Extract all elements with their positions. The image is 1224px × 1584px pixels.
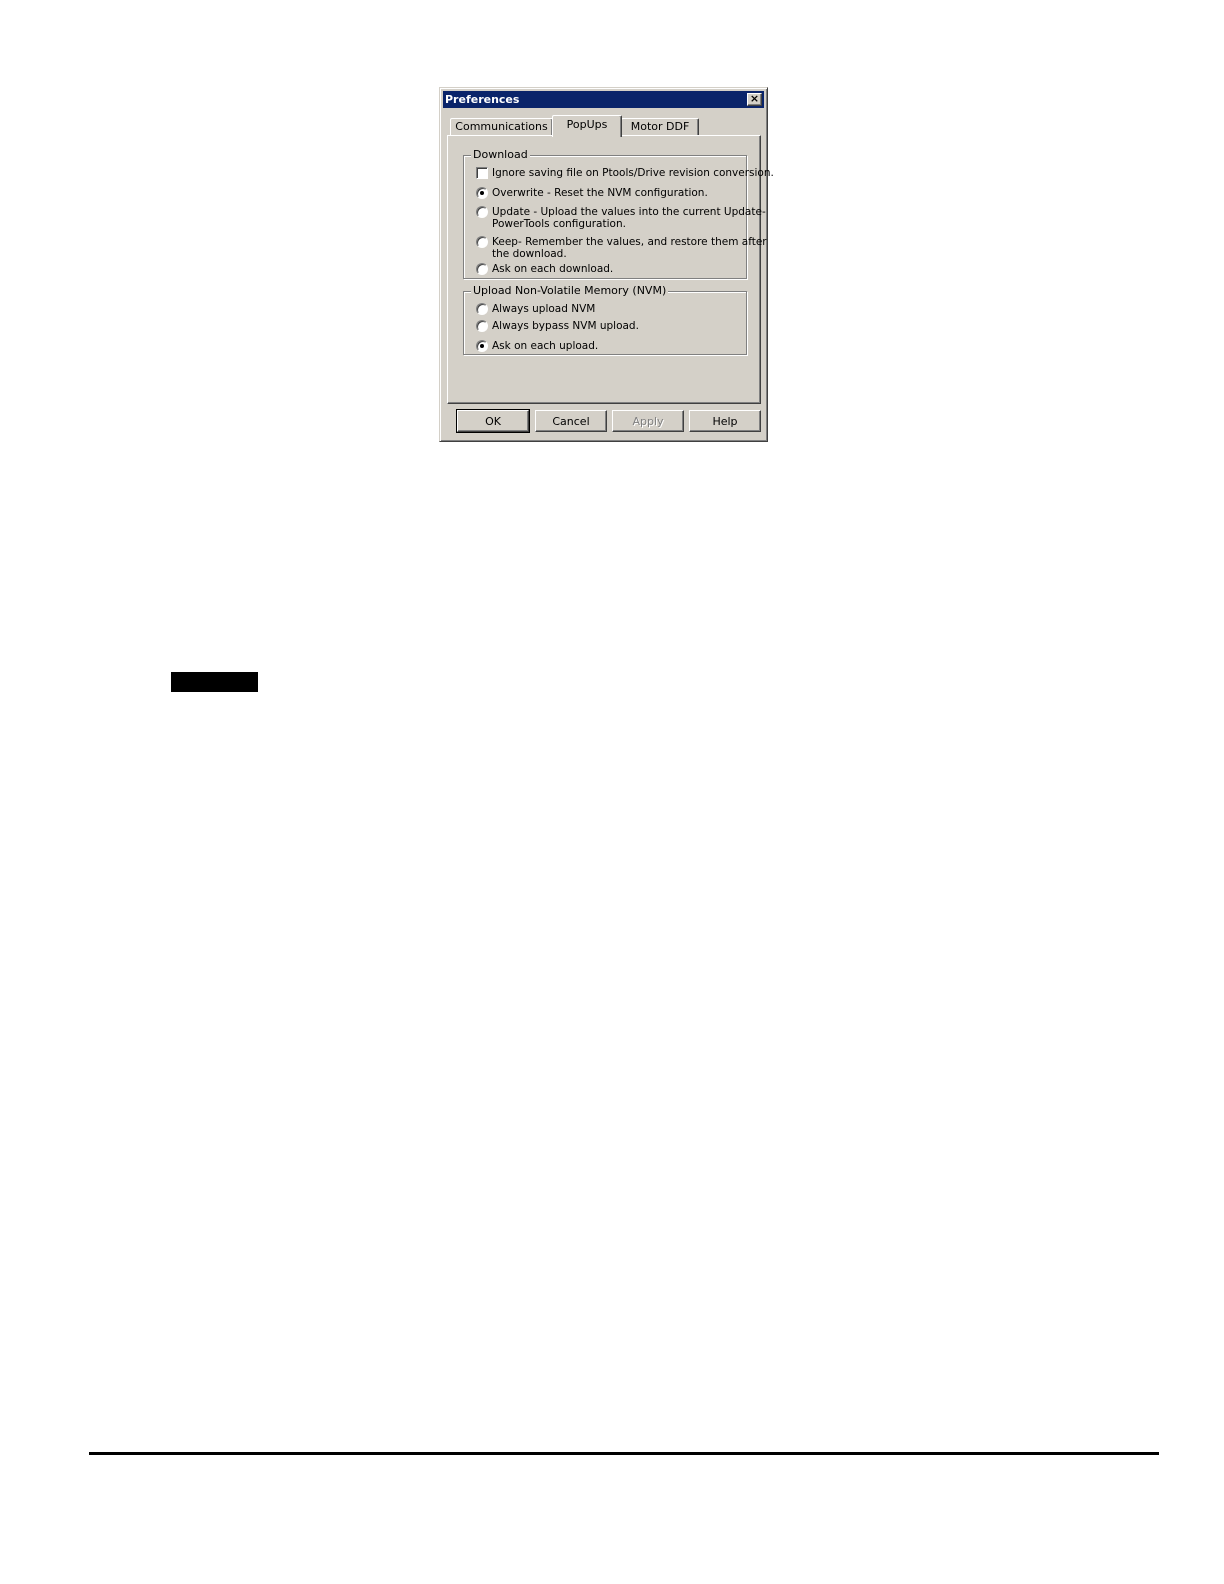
cancel-button[interactable]: Cancel <box>535 410 607 432</box>
ok-button[interactable]: OK <box>456 409 530 433</box>
dialog-title: Preferences <box>445 93 520 106</box>
footer-rule <box>89 1452 1159 1455</box>
download-legend: Download <box>471 148 530 162</box>
preferences-dialog: Preferences × Communications Motor DDF P… <box>439 87 774 442</box>
always-upload-radio[interactable] <box>476 303 488 315</box>
always-bypass-label: Always bypass NVM upload. <box>492 320 639 332</box>
upload-legend: Upload Non-Volatile Memory (NVM) <box>471 284 669 298</box>
ask-each-upload-radio[interactable] <box>476 340 488 352</box>
keep-radio[interactable] <box>476 236 488 248</box>
always-upload-label: Always upload NVM <box>492 303 596 315</box>
overwrite-radio[interactable] <box>476 187 488 199</box>
tab-panel-popups: Download Ignore saving file on Ptools/Dr… <box>447 135 774 404</box>
tab-motor-ddf[interactable]: Motor DDF <box>621 118 699 136</box>
overwrite-label: Overwrite - Reset the NVM configuration. <box>492 187 708 199</box>
title-bar[interactable]: Preferences × <box>443 91 764 108</box>
ask-each-download-radio[interactable] <box>476 263 488 275</box>
update-label-line1: Update - Upload the values into the curr… <box>492 206 766 218</box>
close-icon: × <box>749 92 760 105</box>
always-bypass-radio[interactable] <box>476 320 488 332</box>
apply-button[interactable]: Apply <box>612 410 684 432</box>
black-label-bar <box>171 672 258 692</box>
help-button[interactable]: Help <box>689 410 761 432</box>
ask-each-upload-label: Ask on each upload. <box>492 340 599 352</box>
update-label-line2: PowerTools configuration. <box>492 218 626 230</box>
keep-label-line2: the download. <box>492 248 567 260</box>
ignore-saving-checkbox[interactable] <box>476 167 488 179</box>
ask-each-download-label: Ask on each download. <box>492 263 614 275</box>
tab-communications[interactable]: Communications <box>450 118 553 136</box>
tab-popups[interactable]: PopUps <box>552 115 622 137</box>
keep-label-line1: Keep- Remember the values, and restore t… <box>492 236 767 248</box>
download-group: Download Ignore saving file on Ptools/Dr… <box>463 148 774 279</box>
upload-nvm-group: Upload Non-Volatile Memory (NVM) Always … <box>463 284 747 355</box>
update-radio[interactable] <box>476 206 488 218</box>
ignore-saving-label: Ignore saving file on Ptools/Drive revis… <box>492 167 774 179</box>
close-button[interactable]: × <box>747 93 762 106</box>
